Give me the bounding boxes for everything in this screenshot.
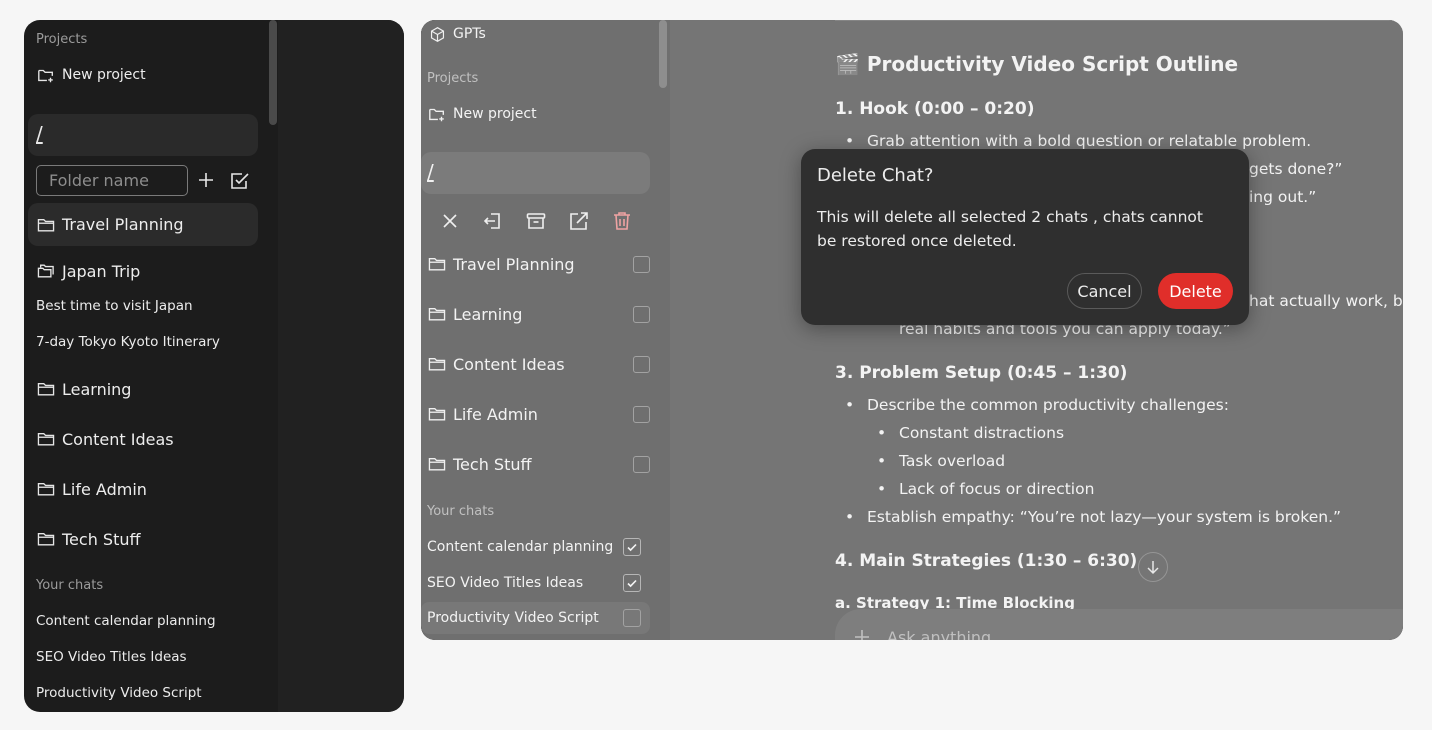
chat-item-tokyo-kyoto-itinerary[interactable]: 7-day Tokyo Kyoto Itinerary <box>36 334 220 350</box>
cancel-button[interactable]: Cancel <box>1067 273 1142 309</box>
modal-backdrop[interactable] <box>421 20 1403 640</box>
projects-label: Projects <box>36 32 88 47</box>
folder-icon <box>36 479 56 499</box>
folder-japan-trip[interactable]: Japan Trip <box>28 260 258 282</box>
folder-name-field[interactable] <box>36 165 188 196</box>
folder-tech-stuff[interactable]: Tech Stuff <box>28 528 258 550</box>
folder-life-admin[interactable]: Life Admin <box>28 478 258 500</box>
folder-content-ideas[interactable]: Content Ideas <box>28 428 258 450</box>
delete-button[interactable]: Delete <box>1158 273 1233 309</box>
folder-icon <box>36 215 56 235</box>
folder-label: Japan Trip <box>62 261 141 281</box>
sidebar-scrollbar[interactable] <box>269 20 277 125</box>
new-project-label: New project <box>62 67 146 83</box>
folder-label: Travel Planning <box>62 215 184 234</box>
new-project-button[interactable]: New project <box>28 64 258 86</box>
folder-icon <box>36 429 56 449</box>
folder-label: Content Ideas <box>62 429 174 449</box>
chat-item-productivity-script[interactable]: Productivity Video Script <box>36 685 202 701</box>
left-sidebar: Projects New project / Travel Planning <box>24 20 278 712</box>
path-breadcrumb[interactable]: / <box>28 114 258 156</box>
path-slash: / <box>36 122 43 146</box>
dialog-title: Delete Chat? <box>817 165 934 186</box>
chat-item-best-time-to-visit-japan[interactable]: Best time to visit Japan <box>36 298 193 314</box>
left-sidebar-panel: Projects New project / Travel Planning <box>24 20 404 712</box>
right-app-panel: GPTs Projects New project / Travel Plann… <box>421 20 1403 640</box>
your-chats-label: Your chats <box>36 578 104 593</box>
folder-travel-planning[interactable]: Travel Planning <box>28 203 258 246</box>
add-folder-icon[interactable] <box>196 170 216 190</box>
main-area <box>278 20 404 712</box>
folder-learning[interactable]: Learning <box>28 378 258 400</box>
folder-label: Life Admin <box>62 479 147 499</box>
folders-icon <box>36 261 56 281</box>
chat-item-seo-titles[interactable]: SEO Video Titles Ideas <box>36 649 187 665</box>
folder-label: Tech Stuff <box>62 529 141 549</box>
delete-chat-dialog: Delete Chat? This will delete all select… <box>801 149 1249 325</box>
chat-item-content-calendar[interactable]: Content calendar planning <box>36 613 216 629</box>
confirm-folder-icon[interactable] <box>229 170 251 192</box>
folder-label: Learning <box>62 379 132 399</box>
folder-name-input[interactable] <box>37 166 187 195</box>
folder-icon <box>36 529 56 549</box>
dialog-body: This will delete all selected 2 chats , … <box>817 208 1203 250</box>
folder-plus-icon <box>36 65 56 85</box>
folder-icon <box>36 379 56 399</box>
